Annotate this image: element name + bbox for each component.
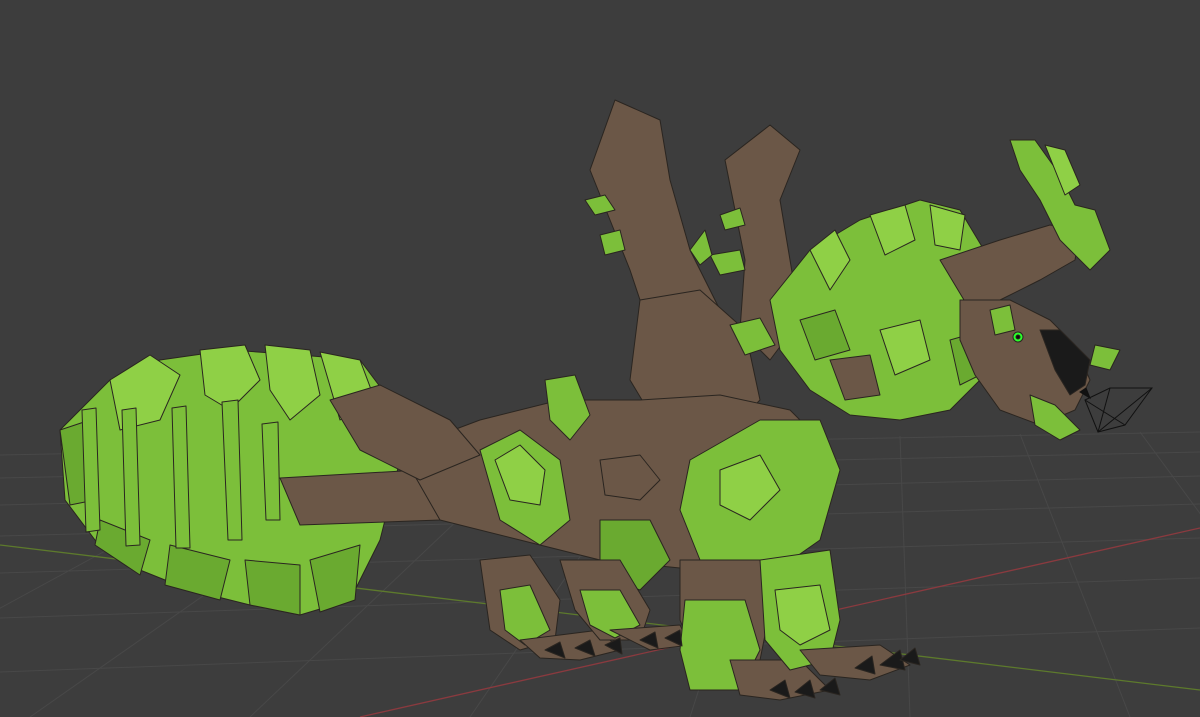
tail	[59, 344, 471, 616]
creature-model[interactable]	[0, 0, 1200, 717]
legs	[479, 549, 911, 701]
wings	[584, 99, 801, 441]
3d-viewport[interactable]	[0, 0, 1200, 717]
head	[939, 139, 1121, 441]
